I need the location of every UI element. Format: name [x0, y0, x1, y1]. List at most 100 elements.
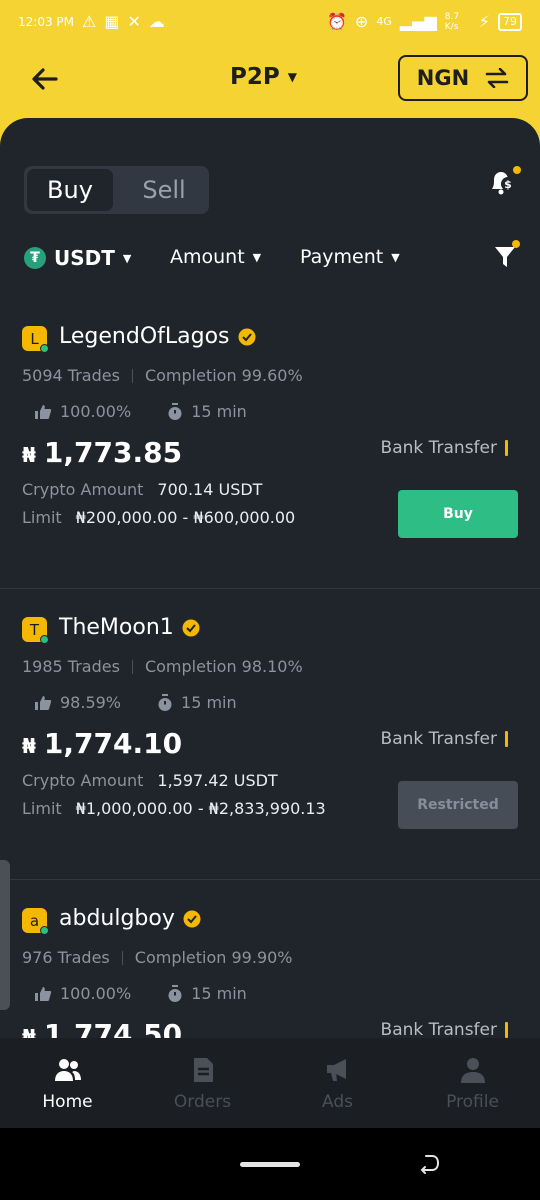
timer-icon	[168, 402, 182, 420]
buy-sell-toggle: Buy Sell	[24, 166, 209, 214]
system-back-icon[interactable]	[418, 1152, 442, 1176]
avatar[interactable]: a	[22, 908, 49, 935]
divider	[131, 368, 133, 383]
merchant-stats: 5094 Trades Completion 99.60%	[22, 366, 303, 385]
data-saver-icon: ⊕	[354, 12, 369, 31]
timer-icon	[168, 984, 182, 1002]
unit-price: ₦ 1,773.85	[22, 436, 182, 469]
chevron-down-icon: ▼	[252, 250, 262, 264]
limit-value: ₦1,000,000.00 - ₦2,833,990.13	[75, 799, 326, 818]
completion-rate: Completion 99.90%	[134, 948, 293, 967]
amount-filter-label: Amount	[170, 246, 245, 268]
app-header: P2P ▼ NGN	[0, 50, 540, 110]
nav-ads[interactable]: Ads	[270, 1056, 405, 1112]
chevron-down-icon: ▼	[391, 250, 400, 264]
online-indicator	[40, 635, 49, 644]
limit-row: Limit ₦200,000.00 - ₦600,000.00	[22, 508, 295, 527]
sell-tab[interactable]: Sell	[124, 169, 204, 211]
listing-card: L LegendOfLagos 5094 Trades Completion 9…	[0, 298, 540, 589]
tether-icon: ₮	[24, 247, 46, 269]
nav-ads-label: Ads	[322, 1092, 353, 1112]
charging-icon: ⚡	[478, 12, 490, 31]
signal-icon: ▂▄▆	[399, 12, 437, 31]
chevron-down-icon: ▼	[122, 251, 132, 265]
person-icon	[460, 1058, 485, 1083]
divider	[121, 950, 123, 965]
unit-price: ₦ 1,774.10	[22, 727, 182, 760]
restricted-button[interactable]: Restricted	[398, 781, 518, 829]
p2p-menu[interactable]: P2P ▼	[230, 64, 297, 90]
nav-home[interactable]: Home	[0, 1056, 135, 1112]
status-time: 12:03 PM	[18, 15, 74, 29]
positive-rating: 100.00%	[60, 402, 132, 421]
buy-button[interactable]: Buy	[398, 490, 518, 538]
payment-time-limit: 15 min	[191, 984, 247, 1003]
price-alert-bell-icon[interactable]: $	[488, 168, 516, 198]
online-indicator	[40, 344, 49, 353]
page-title: P2P	[230, 64, 280, 90]
avatar[interactable]: L	[22, 326, 49, 353]
merchant-stats: 1985 Trades Completion 98.10%	[22, 657, 303, 676]
swap-icon	[485, 68, 509, 88]
network-type: 4G	[376, 15, 392, 28]
amount-filter[interactable]: Amount ▼	[170, 246, 261, 268]
crypto-amount-row: Crypto Amount 1,597.42 USDT	[22, 771, 278, 790]
crypto-amount-row: Crypto Amount 700.14 USDT	[22, 480, 262, 499]
funnel-filter-icon[interactable]	[494, 244, 516, 270]
trade-count: 5094 Trades	[22, 366, 120, 385]
verified-badge-icon	[238, 328, 255, 345]
avatar[interactable]: T	[22, 617, 49, 644]
payment-method: Bank Transfer	[381, 438, 508, 458]
home-people-icon	[54, 1059, 81, 1081]
trade-count: 1985 Trades	[22, 657, 120, 676]
limit-value: ₦200,000.00 - ₦600,000.00	[75, 508, 296, 527]
bottom-navigation: Home Orders Ads Profile	[0, 1038, 540, 1128]
notification-dot	[513, 166, 521, 174]
payment-method: Bank Transfer	[381, 1020, 508, 1040]
network-speed: 8.7 K/s	[444, 12, 460, 32]
limit-row: Limit ₦1,000,000.00 - ₦2,833,990.13	[22, 799, 326, 818]
status-bar: 12:03 PM ⚠ ▦ ✕ ☁ ⏰ ⊕ 4G ▂▄▆ 8.7 K/s ⚡ 79	[0, 0, 540, 44]
merchant-name[interactable]: TheMoon1	[59, 615, 200, 640]
divider	[131, 659, 133, 674]
alert-icon: ⚠	[82, 12, 97, 31]
price-value: 1,773.85	[43, 436, 183, 469]
battery-level: 79	[498, 13, 522, 31]
merchant-meta: 100.00% 15 min	[34, 402, 283, 421]
merchant-name[interactable]: LegendOfLagos	[59, 324, 256, 349]
fiat-currency-button[interactable]: NGN	[398, 55, 528, 101]
system-home-pill[interactable]	[240, 1162, 300, 1167]
main-panel: Buy Sell $ ₮ USDT ▼ Amount ▼ Payment ▼ L	[0, 118, 540, 1128]
asset-filter[interactable]: ₮ USDT ▼	[24, 246, 131, 270]
svg-text:$: $	[504, 178, 512, 191]
buy-tab[interactable]: Buy	[27, 169, 113, 211]
payment-time-limit: 15 min	[181, 693, 237, 712]
merchant-name[interactable]: abdulgboy	[59, 906, 201, 931]
completion-rate: Completion 98.10%	[144, 657, 303, 676]
chevron-down-icon: ▼	[287, 70, 297, 84]
back-arrow-icon[interactable]	[28, 62, 62, 96]
thumbs-up-icon	[35, 404, 52, 419]
payment-method-color-bar	[505, 440, 508, 456]
document-icon	[193, 1058, 213, 1082]
limit-label: Limit	[22, 508, 62, 527]
calendar-icon: ▦	[104, 12, 120, 31]
crypto-amount-label: Crypto Amount	[22, 480, 144, 499]
timer-icon	[158, 693, 172, 711]
payment-filter[interactable]: Payment ▼	[300, 246, 400, 268]
payment-method-color-bar	[505, 1022, 508, 1038]
megaphone-icon	[326, 1059, 346, 1081]
nav-orders[interactable]: Orders	[135, 1056, 270, 1112]
side-edge-handle[interactable]	[0, 860, 10, 1010]
positive-rating: 100.00%	[60, 984, 132, 1003]
cloud-icon: ☁	[148, 12, 165, 31]
positive-rating: 98.59%	[60, 693, 122, 712]
currency-symbol: ₦	[22, 734, 36, 758]
limit-label: Limit	[22, 799, 62, 818]
system-navigation-bar	[0, 1128, 540, 1200]
asset-filter-label: USDT	[54, 246, 115, 270]
verified-badge-icon	[183, 910, 201, 927]
price-value: 1,774.10	[43, 727, 183, 760]
nav-profile[interactable]: Profile	[405, 1056, 540, 1112]
nav-home-label: Home	[42, 1092, 93, 1112]
